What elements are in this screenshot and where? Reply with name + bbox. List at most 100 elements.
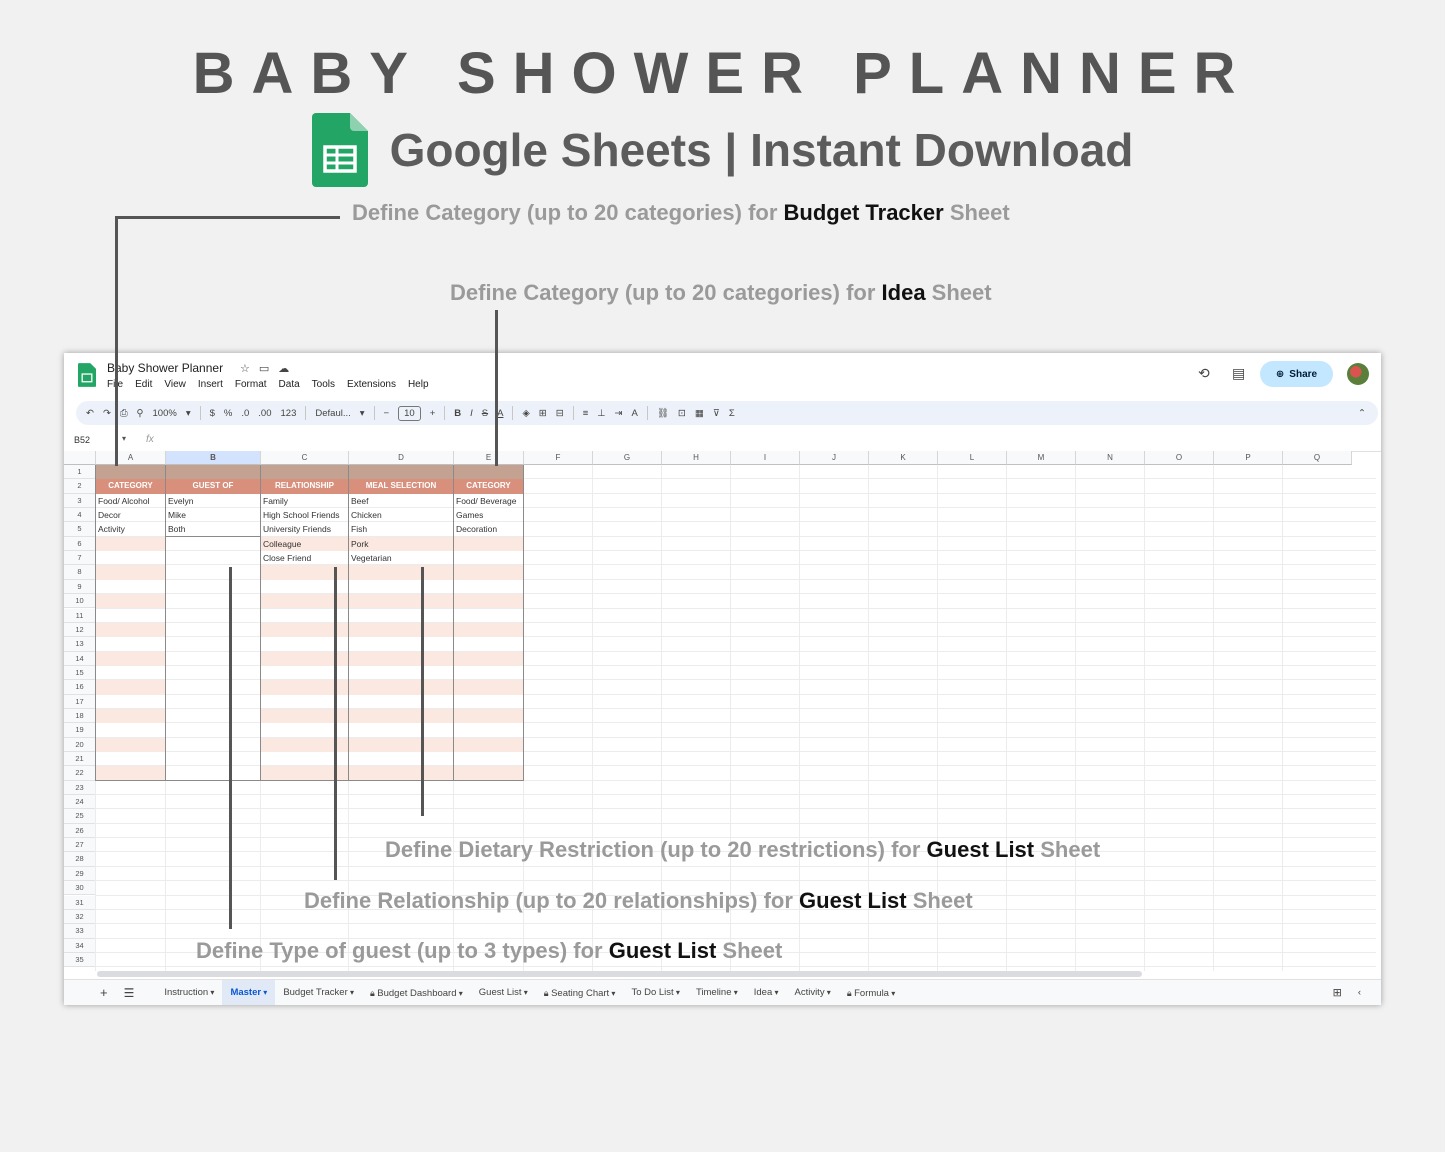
chevron-down-icon[interactable]: ▾ xyxy=(261,988,267,997)
table-cell[interactable]: Activity xyxy=(96,522,166,536)
table-cell[interactable]: Food/ Alcohol xyxy=(96,494,166,508)
column-header[interactable]: C xyxy=(261,451,349,465)
menu-insert[interactable]: Insert xyxy=(198,379,223,390)
table-cell[interactable]: Close Friend xyxy=(261,551,349,565)
sheets-logo-icon[interactable] xyxy=(78,363,96,387)
name-box[interactable]: B52 xyxy=(74,435,90,445)
row-header[interactable]: 29 xyxy=(64,866,96,882)
sheet-tab[interactable]: 🔒︎ Seating Chart ▾ xyxy=(536,980,624,1005)
history-icon[interactable]: ⟲ xyxy=(1198,365,1210,382)
row-header[interactable]: 1 xyxy=(64,465,96,480)
row-header[interactable]: 35 xyxy=(64,952,96,968)
table-cell[interactable]: Games xyxy=(454,508,524,522)
menu-edit[interactable]: Edit xyxy=(135,379,152,390)
column-header[interactable]: G xyxy=(593,451,662,465)
row-header[interactable]: 10 xyxy=(64,594,96,609)
row-header[interactable]: 33 xyxy=(64,924,96,939)
all-sheets-icon[interactable]: ☰ xyxy=(116,980,143,1005)
text-wrap-icon[interactable]: ⇥ xyxy=(615,408,623,419)
add-sheet-icon[interactable]: + xyxy=(64,980,116,1005)
sheet-tab[interactable]: 🔒︎ Formula ▾ xyxy=(839,980,903,1005)
column-header[interactable]: B xyxy=(166,451,261,465)
column-header[interactable]: M xyxy=(1007,451,1076,465)
table-cell[interactable]: Both xyxy=(166,522,261,536)
chevron-down-icon[interactable]: ▾ xyxy=(122,434,126,443)
row-header[interactable]: 26 xyxy=(64,823,96,839)
row-header[interactable]: 30 xyxy=(64,881,96,896)
percent-button[interactable]: % xyxy=(224,408,232,419)
row-header[interactable]: 19 xyxy=(64,723,96,738)
comment-icon[interactable]: ▤ xyxy=(1232,365,1245,382)
sheet-tab[interactable]: To Do List ▾ xyxy=(623,980,688,1005)
plus-icon[interactable]: + xyxy=(430,408,436,419)
chevron-down-icon[interactable]: ▾ xyxy=(889,989,895,998)
avatar[interactable] xyxy=(1347,363,1369,385)
column-header[interactable]: E xyxy=(454,451,524,465)
number-format-button[interactable]: 123 xyxy=(281,408,297,419)
menu-data[interactable]: Data xyxy=(279,379,300,390)
font-select[interactable]: Defaul... xyxy=(315,408,350,419)
menu-view[interactable]: View xyxy=(164,379,186,390)
sheet-tab[interactable]: Timeline ▾ xyxy=(688,980,746,1005)
menu-format[interactable]: Format xyxy=(235,379,267,390)
row-header[interactable]: 3 xyxy=(64,493,96,509)
chevron-left-icon[interactable]: ‹ xyxy=(1350,980,1369,1005)
sheet-tab[interactable]: Master ▾ xyxy=(222,980,276,1005)
document-title[interactable]: Baby Shower Planner xyxy=(107,361,223,375)
chevron-down-icon[interactable]: ▾ xyxy=(208,988,214,997)
table-cell[interactable]: High School Friends xyxy=(261,508,349,522)
column-header[interactable]: N xyxy=(1076,451,1145,465)
collapse-icon[interactable]: ⌃ xyxy=(1358,408,1366,419)
row-header[interactable]: 32 xyxy=(64,909,96,925)
column-header[interactable]: A xyxy=(96,451,166,465)
undo-icon[interactable]: ↶ xyxy=(86,408,94,419)
menu-help[interactable]: Help xyxy=(408,379,429,390)
filter-icon[interactable]: ⊽ xyxy=(713,408,720,419)
sheet-tab[interactable]: Activity ▾ xyxy=(786,980,838,1005)
row-header[interactable]: 8 xyxy=(64,565,96,580)
fill-color-icon[interactable]: ◈ xyxy=(522,408,529,419)
row-header[interactable]: 25 xyxy=(64,809,96,824)
currency-button[interactable]: $ xyxy=(210,408,215,419)
sheet-tab[interactable]: Instruction ▾ xyxy=(156,980,222,1005)
table-cell[interactable]: Decoration xyxy=(454,522,524,536)
row-header[interactable]: 27 xyxy=(64,838,96,853)
row-header[interactable]: 11 xyxy=(64,608,96,623)
column-header[interactable]: J xyxy=(800,451,869,465)
menu-extensions[interactable]: Extensions xyxy=(347,379,396,390)
chevron-down-icon[interactable]: ▾ xyxy=(360,408,365,419)
column-header[interactable]: I xyxy=(731,451,800,465)
vertical-align-icon[interactable]: ⊥ xyxy=(597,408,605,419)
row-header[interactable]: 18 xyxy=(64,708,96,724)
row-header[interactable]: 9 xyxy=(64,579,96,595)
functions-icon[interactable]: Σ xyxy=(729,408,735,419)
column-header[interactable]: P xyxy=(1214,451,1283,465)
menu-tools[interactable]: Tools xyxy=(312,379,335,390)
chevron-down-icon[interactable]: ▾ xyxy=(674,988,680,997)
chevron-down-icon[interactable]: ▾ xyxy=(522,988,528,997)
row-header[interactable]: 20 xyxy=(64,737,96,752)
insert-comment-icon[interactable]: ⊡ xyxy=(678,408,686,419)
column-header[interactable]: O xyxy=(1145,451,1214,465)
insert-chart-icon[interactable]: ▦ xyxy=(695,408,704,419)
column-header[interactable]: Q xyxy=(1283,451,1352,465)
row-header[interactable]: 6 xyxy=(64,536,96,552)
row-header[interactable]: 16 xyxy=(64,680,96,695)
table-cell[interactable]: University Friends xyxy=(261,522,349,536)
minus-icon[interactable]: − xyxy=(384,408,390,419)
table-cell[interactable]: Food/ Beverage xyxy=(454,494,524,508)
table-cell[interactable]: Pork xyxy=(349,537,454,551)
row-header[interactable]: 22 xyxy=(64,766,96,781)
row-header[interactable]: 5 xyxy=(64,522,96,537)
row-header[interactable]: 24 xyxy=(64,795,96,810)
sheet-tab[interactable]: Budget Tracker ▾ xyxy=(275,980,362,1005)
table-cell[interactable]: Mike xyxy=(166,508,261,522)
explore-icon[interactable]: ⊞ xyxy=(1325,980,1350,1005)
row-header[interactable]: 34 xyxy=(64,938,96,953)
chevron-down-icon[interactable]: ▾ xyxy=(731,988,738,997)
row-header[interactable]: 14 xyxy=(64,651,96,666)
share-button[interactable]: ⊕ Share xyxy=(1260,361,1333,387)
link-icon[interactable]: ⛓ xyxy=(657,408,669,419)
row-header[interactable]: 12 xyxy=(64,622,96,638)
chevron-down-icon[interactable]: ▾ xyxy=(825,988,831,997)
